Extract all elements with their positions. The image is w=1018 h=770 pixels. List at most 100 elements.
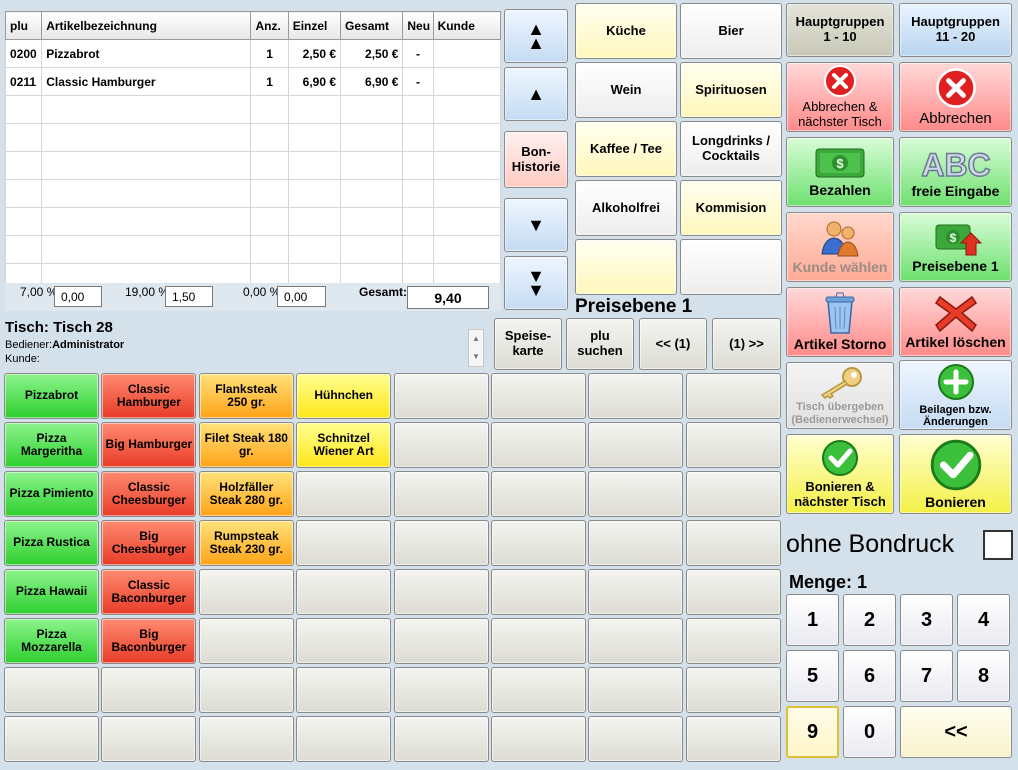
numpad-key-8[interactable]: 8 [957, 650, 1010, 702]
numpad-key-2[interactable]: 2 [843, 594, 896, 646]
empty-product-button[interactable] [491, 471, 586, 517]
numpad-key-7[interactable]: 7 [900, 650, 953, 702]
scroll-up-button[interactable]: ▲ [504, 67, 568, 121]
cancel-next-table-button[interactable]: Abbrechen & nächster Tisch [786, 62, 894, 132]
pay-button[interactable]: $ Bezahlen [786, 137, 894, 207]
main-groups-1-10-button[interactable]: Hauptgruppen 1 - 10 [786, 3, 894, 57]
empty-product-button[interactable] [296, 618, 392, 664]
category-button[interactable]: Küche [575, 3, 677, 59]
empty-product-button[interactable] [685, 569, 781, 615]
empty-product-button[interactable] [393, 618, 489, 664]
customer-select-button[interactable]: Kunde wählen [786, 212, 894, 282]
empty-product-button[interactable] [588, 569, 684, 615]
numpad-key-0[interactable]: 0 [843, 706, 896, 758]
numpad-key-6[interactable]: 6 [843, 650, 896, 702]
empty-product-button[interactable] [393, 520, 489, 566]
product-button[interactable]: Hühnchen [296, 373, 392, 419]
no-print-checkbox[interactable] [983, 530, 1013, 560]
backspace-button[interactable]: << [900, 706, 1012, 758]
cancel-button[interactable]: Abbrechen [899, 62, 1012, 132]
empty-product-button[interactable] [588, 373, 684, 419]
empty-product-button[interactable] [296, 471, 392, 517]
category-button[interactable]: Bier [680, 3, 782, 59]
empty-product-button[interactable] [491, 569, 586, 615]
empty-product-button[interactable] [198, 716, 294, 762]
empty-product-button[interactable] [4, 667, 99, 713]
empty-product-button[interactable] [198, 618, 294, 664]
product-button[interactable]: Flanksteak 250 gr. [198, 373, 294, 419]
product-button[interactable]: Holzfäller Steak 280 gr. [198, 471, 294, 517]
product-button[interactable]: Big Baconburger [101, 618, 197, 664]
numpad-key-3[interactable]: 3 [900, 594, 953, 646]
empty-product-button[interactable] [491, 716, 586, 762]
price-level-button[interactable]: $ Preisebene 1 [899, 212, 1012, 282]
empty-product-button[interactable] [685, 618, 781, 664]
category-button[interactable]: Spirituosen [680, 62, 782, 118]
product-button[interactable]: Pizza Rustica [4, 520, 99, 566]
category-button[interactable]: Wein [575, 62, 677, 118]
empty-product-button[interactable] [685, 520, 781, 566]
product-button[interactable]: Rumpsteak Steak 230 gr. [198, 520, 294, 566]
plu-search-button[interactable]: plu suchen [566, 318, 634, 370]
empty-product-button[interactable] [491, 618, 586, 664]
bon-history-button[interactable]: Bon- Historie [504, 131, 568, 188]
empty-product-button[interactable] [198, 667, 294, 713]
product-button[interactable]: Classic Cheesburger [101, 471, 197, 517]
empty-product-button[interactable] [393, 422, 489, 468]
info-scrollbar[interactable]: ▲ ▼ [468, 329, 484, 367]
product-button[interactable]: Pizza Pimiento [4, 471, 99, 517]
empty-product-button[interactable] [393, 471, 489, 517]
product-button[interactable]: Pizzabrot [4, 373, 99, 419]
book-next-table-button[interactable]: Bonieren & nächster Tisch [786, 434, 894, 514]
empty-product-button[interactable] [685, 716, 781, 762]
empty-product-button[interactable] [393, 569, 489, 615]
empty-product-button[interactable] [588, 422, 684, 468]
product-button[interactable]: Schnitzel Wiener Art [296, 422, 392, 468]
empty-product-button[interactable] [393, 667, 489, 713]
scroll-top-button[interactable]: ▲▲ [504, 9, 568, 63]
empty-product-button[interactable] [685, 373, 781, 419]
empty-product-button[interactable] [588, 471, 684, 517]
book-button[interactable]: Bonieren [899, 434, 1012, 514]
product-button[interactable]: Big Hamburger [101, 422, 197, 468]
empty-product-button[interactable] [491, 520, 586, 566]
empty-product-button[interactable] [296, 520, 392, 566]
numpad-key-4[interactable]: 4 [957, 594, 1010, 646]
empty-product-button[interactable] [588, 667, 684, 713]
menu-button[interactable]: Speise- karte [494, 318, 562, 370]
product-button[interactable]: Pizza Hawaii [4, 569, 99, 615]
scroll-down-button[interactable]: ▼ [504, 198, 568, 252]
free-entry-button[interactable]: ABC freie Eingabe [899, 137, 1012, 207]
empty-product-button[interactable] [198, 569, 294, 615]
empty-product-button[interactable] [588, 716, 684, 762]
empty-product-button[interactable] [588, 618, 684, 664]
empty-product-button[interactable] [296, 667, 392, 713]
table-handover-button[interactable]: Tisch übergeben (Bedienerwechsel) [786, 362, 894, 429]
empty-product-button[interactable] [393, 716, 489, 762]
empty-product-button[interactable] [588, 520, 684, 566]
product-button[interactable]: Filet Steak 180 gr. [198, 422, 294, 468]
empty-product-button[interactable] [296, 716, 392, 762]
empty-product-button[interactable] [491, 373, 586, 419]
item-storno-button[interactable]: Artikel Storno [786, 287, 894, 357]
sides-changes-button[interactable]: Beilagen bzw. Änderungen [899, 360, 1012, 430]
empty-product-button[interactable] [393, 373, 489, 419]
category-button[interactable]: Alkoholfrei [575, 180, 677, 236]
numpad-key-5[interactable]: 5 [786, 650, 839, 702]
empty-product-button[interactable] [491, 667, 586, 713]
numpad-key-1[interactable]: 1 [786, 594, 839, 646]
empty-product-button[interactable] [491, 422, 586, 468]
product-button[interactable]: Pizza Mozzarella [4, 618, 99, 664]
category-button[interactable] [575, 239, 677, 295]
category-button[interactable]: Kaffee / Tee [575, 121, 677, 177]
order-row[interactable]: 0211 Classic Hamburger 1 6,90 €6,90 € - [4, 67, 502, 96]
product-button[interactable]: Classic Baconburger [101, 569, 197, 615]
main-groups-11-20-button[interactable]: Hauptgruppen 11 - 20 [899, 3, 1012, 57]
page-next-button[interactable]: (1) >> [712, 318, 781, 370]
product-button[interactable]: Big Cheesburger [101, 520, 197, 566]
page-prev-button[interactable]: << (1) [639, 318, 707, 370]
category-button[interactable]: Kommision [680, 180, 782, 236]
empty-product-button[interactable] [101, 667, 197, 713]
product-button[interactable]: Pizza Margeritha [4, 422, 99, 468]
empty-product-button[interactable] [685, 422, 781, 468]
